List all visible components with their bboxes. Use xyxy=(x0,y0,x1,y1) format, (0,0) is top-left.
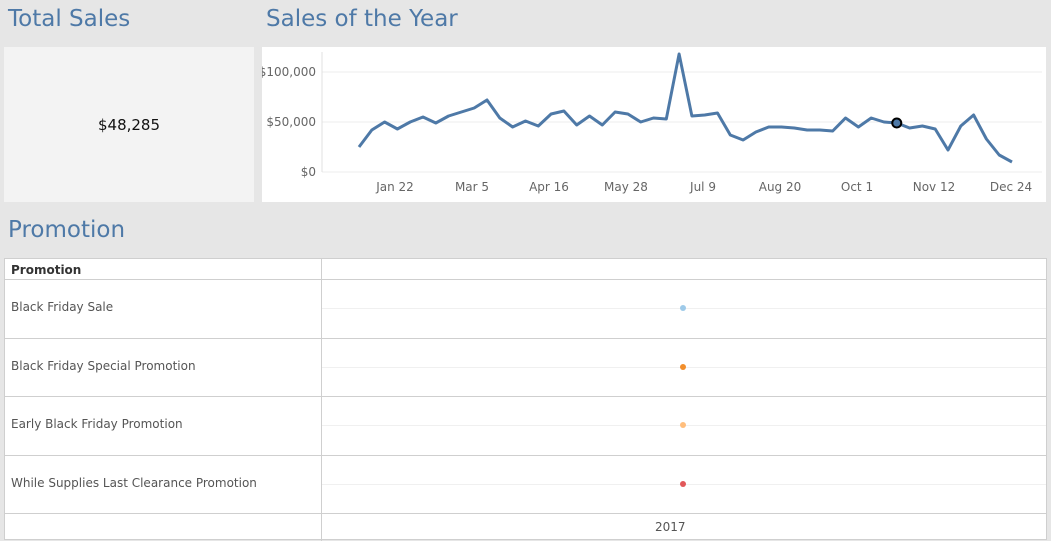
promotion-point[interactable] xyxy=(680,480,686,487)
row-divider xyxy=(5,337,1046,339)
x-axis-year-label: 2017 xyxy=(655,520,686,534)
promotion-title: Promotion xyxy=(8,217,126,243)
row-divider xyxy=(5,513,1046,514)
row-divider xyxy=(5,396,1046,397)
x-tick-label: May 28 xyxy=(604,180,648,194)
y-tick-label: $100,000 xyxy=(262,65,316,79)
promotion-row-label: Early Black Friday Promotion xyxy=(11,417,183,432)
total-sales-value: $48,285 xyxy=(97,115,161,134)
promotion-table: Promotion Black Friday Sale Black Friday … xyxy=(4,258,1047,541)
sales-of-year-title: Sales of the Year xyxy=(266,6,458,32)
promotion-point[interactable] xyxy=(680,422,686,429)
header-divider xyxy=(5,279,1046,280)
x-tick-label: Aug 20 xyxy=(759,180,802,194)
row-divider xyxy=(5,454,1046,456)
promotion-row-label: Black Friday Special Promotion xyxy=(11,358,196,373)
highlighted-point[interactable] xyxy=(891,117,903,129)
x-tick-label: Nov 12 xyxy=(913,180,956,194)
promotion-column-header: Promotion xyxy=(11,263,82,277)
x-tick-label: Oct 1 xyxy=(841,180,873,194)
x-tick-label: Jan 22 xyxy=(375,180,414,194)
y-tick-label: $0 xyxy=(301,165,316,179)
sales-series-line[interactable] xyxy=(357,52,1013,164)
total-sales-title: Total Sales xyxy=(8,6,131,32)
promotion-row-label: Black Friday Sale xyxy=(11,300,114,315)
x-tick-label: Dec 24 xyxy=(990,180,1032,194)
promotion-row-label: While Supplies Last Clearance Promotion xyxy=(11,475,257,490)
x-tick-label: Jul 9 xyxy=(689,180,716,194)
sales-chart-svg[interactable]: $100,000 $50,000 $0 Jan 22 Mar 5 Apr 16 May 28… xyxy=(262,47,1046,202)
x-tick-label: Apr 16 xyxy=(529,180,569,194)
y-tick-label: $50,000 xyxy=(266,115,316,129)
column-divider xyxy=(321,259,322,541)
promotion-point[interactable] xyxy=(680,363,686,370)
x-tick-label: Mar 5 xyxy=(455,180,489,194)
total-sales-card: $48,285 xyxy=(4,47,254,202)
promotion-point[interactable] xyxy=(680,305,686,312)
sales-line-chart[interactable]: $100,000 $50,000 $0 Jan 22 Mar 5 Apr 16 May 28… xyxy=(262,47,1046,202)
